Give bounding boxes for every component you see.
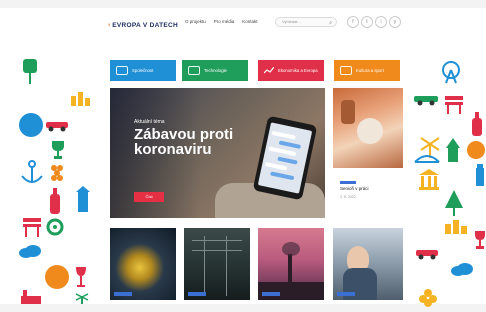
bottle-icon — [472, 112, 482, 136]
car-icon — [414, 96, 438, 106]
twitter-icon[interactable]: t — [361, 16, 373, 28]
main-nav: O projektu Pro média Kontakt — [185, 19, 258, 24]
category-kultura[interactable]: Kultura a sport — [334, 60, 400, 81]
teapot-shape — [341, 100, 355, 124]
car-icon — [46, 122, 68, 132]
search-placeholder: Vyhledat... — [282, 19, 301, 24]
car-icon — [416, 250, 438, 260]
chat-icon — [116, 66, 128, 75]
bottle-icon — [50, 188, 60, 214]
bottom-edge — [0, 304, 486, 312]
category-label: Kultura a sport — [356, 68, 384, 73]
museum-icon — [419, 169, 439, 190]
bench-icon — [445, 96, 463, 114]
bridge-icon — [414, 155, 440, 163]
bench-icon — [23, 218, 41, 237]
sun-icon — [45, 265, 69, 289]
hero-banner[interactable]: Aktuální téma Zábavou proti koronaviru Č… — [110, 88, 325, 218]
tree-icon — [445, 190, 463, 216]
ferris-wheel-icon — [442, 61, 460, 84]
side-article-date: 3. 5. 2020 — [340, 195, 356, 199]
factory-icon — [21, 290, 41, 304]
gear-icon — [46, 218, 64, 236]
circle-icon — [19, 113, 43, 137]
category-label: Společnost — [132, 68, 154, 73]
flower-icon — [419, 289, 437, 307]
side-article-image[interactable] — [333, 88, 403, 168]
cloud-icon — [451, 263, 473, 276]
side-article-tag — [340, 181, 356, 184]
tree-icon — [23, 59, 37, 84]
phone-screen — [257, 122, 313, 194]
trophy-icon — [475, 231, 485, 249]
anchor-icon — [21, 160, 43, 183]
ticket-icon — [340, 66, 352, 75]
facebook-icon[interactable]: f — [347, 16, 359, 28]
category-ekonomika[interactable]: Ekonomika a Evropa — [258, 60, 324, 81]
category-spolecnost[interactable]: Společnost — [110, 60, 176, 81]
church-icon — [446, 138, 460, 162]
cup-shape — [357, 118, 383, 144]
hero-kicker: Aktuální téma — [134, 119, 165, 125]
category-label: Technologie — [204, 68, 227, 73]
instagram-icon[interactable]: i — [375, 16, 387, 28]
wine-glass-icon — [76, 267, 86, 287]
hero-read-button[interactable]: Číst — [134, 192, 164, 202]
circle-icon — [467, 141, 485, 159]
side-article-title[interactable]: Senioři v práci — [340, 186, 369, 191]
lighthouse-icon — [476, 164, 484, 186]
buildings-icon — [445, 220, 467, 234]
site-logo[interactable]: EVROPA V DATECH — [108, 14, 178, 36]
chart-icon — [264, 67, 274, 74]
article-card-4[interactable] — [333, 228, 403, 300]
youtube-icon[interactable]: y — [389, 16, 401, 28]
card-tag — [262, 292, 280, 296]
nav-item-media[interactable]: Pro média — [214, 19, 235, 24]
article-card-2[interactable] — [184, 228, 250, 300]
logo-pin-icon — [108, 23, 110, 27]
category-technologie[interactable]: Technologie — [182, 60, 248, 81]
trophy-icon — [52, 141, 64, 159]
laptop-icon — [188, 66, 200, 75]
tower-icon — [76, 186, 90, 212]
nav-item-contact[interactable]: Kontakt — [242, 19, 257, 24]
category-label: Ekonomika a Evropa — [278, 68, 318, 73]
windmill-icon — [75, 293, 89, 304]
cloud-icon — [19, 245, 41, 258]
search-input[interactable]: Vyhledat... ⌕ — [275, 17, 337, 27]
nav-item-about[interactable]: O projektu — [185, 19, 206, 24]
card-tag — [114, 292, 132, 296]
buildings-icon — [71, 92, 90, 106]
grapes-icon — [51, 165, 63, 181]
search-icon[interactable]: ⌕ — [329, 19, 332, 27]
card-tag — [337, 292, 355, 296]
article-card-3[interactable] — [258, 228, 324, 300]
top-edge — [0, 0, 486, 8]
article-card-1[interactable] — [110, 228, 176, 300]
card-tag — [188, 292, 206, 296]
logo-text: EVROPA V DATECH — [112, 21, 178, 29]
hero-title[interactable]: Zábavou proti koronaviru — [134, 127, 244, 157]
